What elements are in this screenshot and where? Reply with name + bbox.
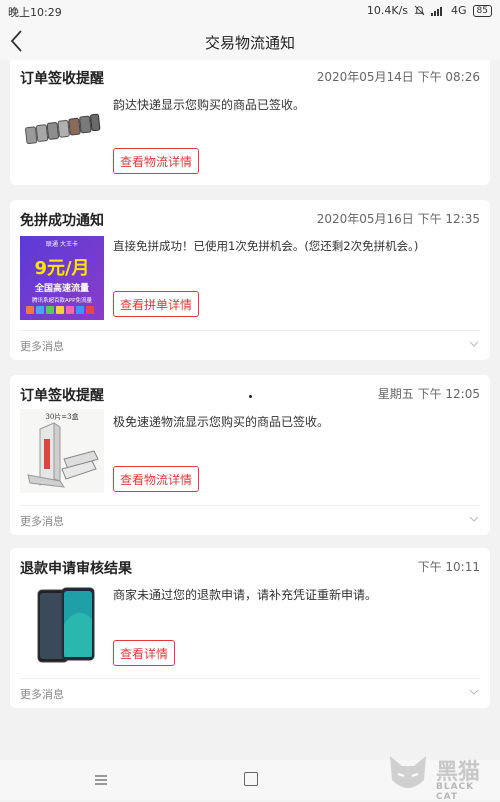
chevron-down-icon	[469, 689, 479, 695]
thumb-label-text: 30片=3盒	[45, 412, 78, 421]
home-square-icon[interactable]	[244, 772, 258, 786]
card-message: 直接免拼成功！已使用1次免拼机会。(您还剩2次免拼机会。)	[113, 239, 419, 253]
notification-card: 退款申请审核结果 下午 10:11 商家未通过您的退款申请，请补充凭证重新申请。…	[10, 548, 490, 708]
more-messages-row[interactable]: 更多消息	[20, 332, 480, 358]
product-thumbnail[interactable]: 联通 大王卡 9元/月 全国高速流量 腾讯系超百款APP免流量	[20, 236, 104, 320]
thumb-sub-text: 全国高速流量	[34, 282, 89, 294]
signal-icon	[431, 6, 445, 16]
view-group-order-button[interactable]: 查看拼单详情	[113, 291, 200, 317]
product-image: 30片=3盒	[20, 409, 104, 493]
product-image	[20, 90, 104, 174]
view-logistics-button[interactable]: 查看物流详情	[113, 466, 200, 492]
card-title: 订单签收提醒	[20, 71, 104, 87]
card-title: 订单签收提醒	[20, 388, 104, 404]
thumb-top-text: 联通 大王卡	[46, 240, 78, 248]
more-messages-row[interactable]: 更多消息	[20, 507, 480, 533]
cat-logo-icon	[390, 756, 426, 788]
card-title: 免拼成功通知	[20, 213, 104, 229]
stray-dot	[249, 395, 252, 398]
product-image	[20, 584, 104, 668]
divider	[20, 330, 480, 331]
card-time: 下午 10:11	[417, 560, 480, 574]
notification-card: 订单签收提醒 星期五 下午 12:05 30片=3盒 极免速递物流显示您购买的商…	[10, 375, 490, 535]
network-speed: 10.4K/s	[366, 4, 409, 17]
divider	[20, 678, 480, 679]
notification-card: 订单签收提醒 2020年05月14日 下午 08:26 韵达快递显示您购买的商品…	[10, 60, 490, 185]
black-cat-watermark: 黑猫 BLACK CAT	[384, 750, 492, 802]
chevron-down-icon	[469, 516, 479, 522]
card-message: 商家未通过您的退款申请，请补充凭证重新申请。	[113, 588, 378, 602]
thumb-price-text: 9元/月	[34, 258, 89, 279]
top-bar: 交易物流通知	[0, 22, 500, 60]
bell-off-icon	[414, 5, 425, 16]
status-bar: 晚上10:29 10.4K/s 4G 85	[0, 0, 500, 22]
product-thumbnail[interactable]	[20, 90, 104, 174]
divider	[20, 505, 480, 506]
product-image: 联通 大王卡 9元/月 全国高速流量 腾讯系超百款APP免流量	[20, 236, 104, 320]
card-title: 退款申请审核结果	[20, 561, 132, 577]
status-indicators: 10.4K/s 4G 85	[367, 4, 492, 17]
more-messages-label: 更多消息	[20, 515, 64, 528]
battery-icon: 85	[472, 4, 492, 17]
product-thumbnail[interactable]	[20, 584, 104, 668]
network-type: 4G	[451, 4, 467, 17]
menu-icon[interactable]	[94, 774, 108, 786]
card-time: 2020年05月14日 下午 08:26	[316, 70, 480, 84]
status-time: 晚上10:29	[8, 6, 62, 19]
card-time: 2020年05月16日 下午 12:35	[316, 212, 480, 226]
product-thumbnail[interactable]: 30片=3盒	[20, 409, 104, 493]
more-messages-row[interactable]: 更多消息	[20, 680, 480, 706]
chevron-down-icon	[469, 341, 479, 347]
watermark-subtext: BLACK CAT	[436, 782, 475, 802]
thumb-desc-text: 腾讯系超百款APP免流量	[32, 296, 92, 304]
notification-card: 免拼成功通知 2020年05月16日 下午 12:35 联通 大王卡 9元/月 …	[10, 200, 490, 360]
card-time: 星期五 下午 12:05	[377, 387, 480, 401]
view-details-button[interactable]: 查看详情	[113, 640, 176, 666]
more-messages-label: 更多消息	[20, 340, 64, 353]
page-title: 交易物流通知	[204, 34, 295, 52]
card-message: 韵达快递显示您购买的商品已签收。	[113, 98, 306, 112]
card-message: 极免速递物流显示您购买的商品已签收。	[113, 415, 330, 429]
view-logistics-button[interactable]: 查看物流详情	[113, 148, 200, 174]
more-messages-label: 更多消息	[20, 688, 64, 701]
